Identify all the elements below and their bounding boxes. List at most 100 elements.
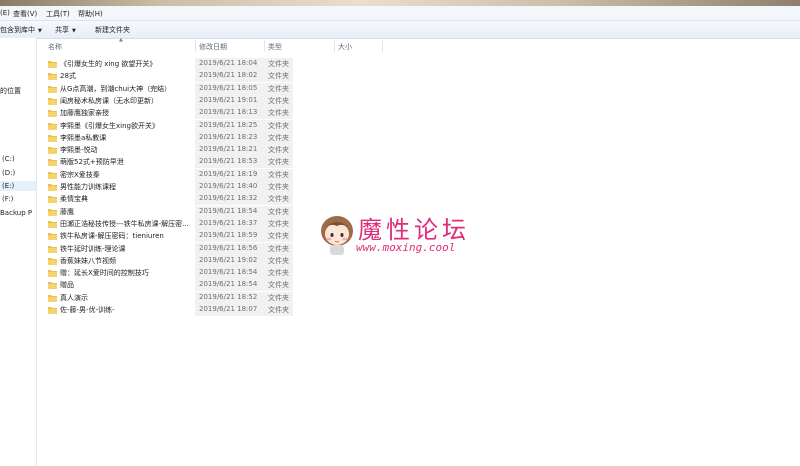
file-name: 真人演示	[60, 293, 88, 302]
file-row[interactable]: 闺房秘术私房课（无水印更新） 2019/6/21 19:01 文件夹	[37, 94, 799, 107]
file-row[interactable]: 李熙墨《引爆女生xing欲开关》 2019/6/21 18:25 文件夹	[37, 119, 799, 132]
watermark-title: 魔性论坛	[358, 216, 470, 244]
nav-item-drive-d[interactable]: (D:)	[2, 168, 15, 178]
file-date: 2019/6/21 19:01	[199, 95, 258, 104]
menu-tools[interactable]: 工具(T)	[46, 9, 70, 19]
watermark-url: www.moxing.cool	[356, 241, 456, 254]
folder-icon	[48, 220, 57, 228]
file-type: 文件夹	[268, 219, 289, 228]
file-type: 文件夹	[268, 146, 289, 155]
file-name: 赠：延长X爱时间的控制技巧	[60, 269, 149, 278]
file-name: 铁牛私房课-解压密码：tieniuren	[60, 232, 164, 241]
file-name: 《引爆女生的 xing 欲望开关》	[60, 60, 157, 68]
nav-item-drive-f[interactable]: (F:)	[2, 194, 13, 204]
column-header-size[interactable]: 大小	[338, 42, 352, 52]
column-divider[interactable]	[264, 40, 265, 52]
file-type: 文件夹	[268, 256, 289, 265]
chevron-down-icon: ▼	[38, 28, 42, 34]
file-name: 李熙墨《引爆女生xing欲开关》	[60, 121, 159, 130]
file-name: 男性能力训练课程	[60, 183, 116, 191]
folder-icon	[48, 282, 57, 290]
column-divider[interactable]	[334, 40, 335, 52]
file-name: 28式	[60, 72, 76, 81]
file-date: 2019/6/21 18:25	[199, 120, 258, 129]
file-row[interactable]: 柔情宝典 2019/6/21 18:32 文件夹	[37, 193, 799, 206]
column-header-date[interactable]: 修改日期	[199, 42, 227, 52]
file-date: 2019/6/21 18:54	[199, 206, 258, 215]
file-row[interactable]: 赠品 2019/6/21 18:54 文件夹	[37, 279, 799, 292]
file-date: 2019/6/21 18:37	[199, 218, 258, 227]
file-row[interactable]: 真人演示 2019/6/21 18:52 文件夹	[37, 291, 799, 304]
file-name: 香蕉妹妹八节视频	[60, 256, 116, 265]
share-button[interactable]: 共享 ▼	[55, 25, 76, 35]
column-divider[interactable]	[195, 40, 196, 52]
file-type: 文件夹	[268, 170, 289, 179]
file-date: 2019/6/21 18:59	[199, 231, 258, 240]
file-row[interactable]: 28式 2019/6/21 18:02 文件夹	[37, 70, 799, 83]
menu-edit[interactable]: (E)	[0, 9, 10, 17]
file-name: 佐-藤-男-优-训练-	[60, 306, 115, 314]
file-row[interactable]: 李熙墨a私教课 2019/6/21 18:23 文件夹	[37, 131, 799, 144]
file-row[interactable]: 赠：延长X爱时间的控制技巧 2019/6/21 18:54 文件夹	[37, 267, 799, 280]
menu-view[interactable]: 查看(V)	[13, 9, 37, 19]
file-row[interactable]: 密宗X爱技秦 2019/6/21 18:19 文件夹	[37, 168, 799, 181]
file-type: 文件夹	[268, 195, 289, 204]
nav-item-drive-c[interactable]: (C:)	[2, 154, 15, 164]
file-date: 2019/6/21 18:40	[199, 182, 258, 190]
folder-icon	[48, 147, 57, 155]
file-row[interactable]: 萌版52式+预防早泄 2019/6/21 18:53 文件夹	[37, 156, 799, 169]
include-library-label: 包含到库中	[0, 26, 35, 34]
column-header-name[interactable]: 名称	[48, 42, 62, 52]
nav-item-recent-places[interactable]: 的位置	[0, 86, 21, 96]
folder-icon	[48, 208, 57, 216]
folder-icon	[48, 184, 57, 191]
file-date: 2019/6/21 18:21	[199, 145, 258, 154]
folder-icon	[48, 233, 57, 241]
watermark: 魔性论坛 www.moxing.cool	[318, 210, 488, 260]
file-row[interactable]: 《引爆女生的 xing 欲望开关》 2019/6/21 18:04 文件夹	[37, 58, 799, 70]
folder-icon	[48, 97, 57, 105]
file-type: 文件夹	[268, 133, 289, 142]
folder-icon	[48, 307, 57, 314]
file-row[interactable]: 李熙墨-悦动 2019/6/21 18:21 文件夹	[37, 144, 799, 157]
file-row[interactable]: 从G点高潮，到潮chui大神（完结） 2019/6/21 18:05 文件夹	[37, 82, 799, 95]
file-date: 2019/6/21 18:23	[199, 132, 258, 141]
file-name: 加藤鹰独家亲授	[60, 109, 109, 118]
file-date: 2019/6/21 18:02	[199, 71, 258, 80]
navigation-pane: 的位置 (C:) (D:) (E:) (F:) Backup P	[0, 38, 37, 466]
file-row[interactable]: 男性能力训练课程 2019/6/21 18:40 文件夹	[37, 181, 799, 193]
file-name: 李熙墨a私教课	[60, 133, 107, 142]
file-date: 2019/6/21 19:02	[199, 255, 258, 264]
file-type: 文件夹	[268, 281, 289, 290]
file-name: 李熙墨-悦动	[60, 146, 98, 155]
file-row[interactable]: 佐-藤-男-优-训练- 2019/6/21 18:07 文件夹	[37, 304, 799, 316]
nav-item-backup[interactable]: Backup P	[0, 208, 32, 218]
file-date: 2019/6/21 18:04	[199, 59, 258, 67]
file-row[interactable]: 加藤鹰独家亲授 2019/6/21 18:13 文件夹	[37, 107, 799, 120]
file-date: 2019/6/21 18:05	[199, 83, 258, 92]
file-name: 田瀬正浩秘技传授---铁牛私房课-解压密...	[60, 219, 188, 228]
sort-up-icon: ▲	[119, 37, 123, 43]
file-type: 文件夹	[268, 72, 289, 81]
file-type: 文件夹	[268, 60, 289, 68]
file-name: 从G点高潮，到潮chui大神（完结）	[60, 84, 172, 93]
include-library-button[interactable]: 包含到库中 ▼	[0, 25, 42, 35]
file-type: 文件夹	[268, 269, 289, 278]
folder-icon	[48, 171, 57, 179]
anime-girl-icon	[321, 216, 353, 255]
folder-icon	[48, 61, 57, 68]
menu-bar: (E) 查看(V) 工具(T) 帮助(H)	[0, 6, 800, 21]
new-folder-button[interactable]: 新建文件夹	[95, 25, 130, 35]
file-name: 闺房秘术私房课（无水印更新）	[60, 96, 158, 105]
file-date: 2019/6/21 18:54	[199, 268, 258, 277]
column-divider[interactable]	[382, 40, 383, 52]
nav-item-drive-e[interactable]: (E:)	[0, 181, 36, 191]
file-type: 文件夹	[268, 121, 289, 130]
file-type: 文件夹	[268, 158, 289, 167]
file-date: 2019/6/21 18:53	[199, 157, 258, 166]
file-date: 2019/6/21 18:54	[199, 280, 258, 289]
column-header-type[interactable]: 类型	[268, 42, 282, 52]
file-date: 2019/6/21 18:07	[199, 305, 258, 313]
menu-help[interactable]: 帮助(H)	[78, 9, 103, 19]
file-name: 铁牛延时训练-理论课	[60, 244, 126, 253]
